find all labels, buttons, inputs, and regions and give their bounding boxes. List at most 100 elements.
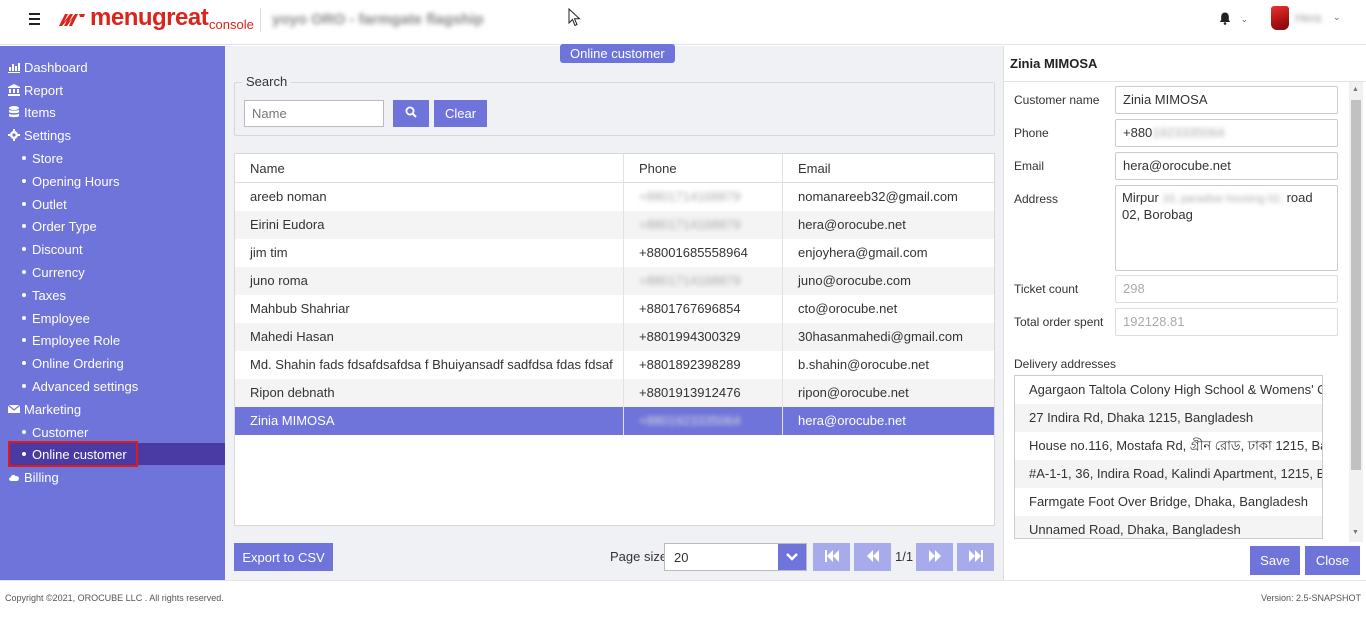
cell-phone: +88001685558964 <box>639 245 748 260</box>
clear-button[interactable]: Clear <box>434 100 487 127</box>
sidebar-item-settings[interactable]: Settings <box>8 125 71 145</box>
version: Version: 2.5-SNAPSHOT <box>1260 593 1361 603</box>
sidebar-item-taxes[interactable]: Taxes <box>22 285 66 305</box>
ticket-count-field: 298 <box>1115 275 1338 303</box>
hamburger-menu-icon[interactable] <box>29 13 43 27</box>
list-item[interactable]: Farmgate Foot Over Bridge, Dhaka, Bangla… <box>1015 488 1322 516</box>
envelope-icon <box>8 404 20 413</box>
table-row[interactable]: Ripon debnath +8801913912476 ripon@orocube… <box>235 379 994 407</box>
column-divider <box>623 154 624 435</box>
column-header-phone[interactable]: Phone <box>624 154 677 183</box>
detail-form: Customer name Zinia MIMOSA Phone +880192… <box>1004 82 1349 542</box>
customer-table: Name Phone Email areeb noman +88017141688… <box>234 153 995 526</box>
cell-phone: +8801714168879 <box>639 273 741 288</box>
page-size-dropdown-button[interactable] <box>778 544 806 570</box>
cell-email: cto@orocube.net <box>798 301 898 316</box>
list-item[interactable]: Unnamed Road, Dhaka, Bangladesh <box>1015 516 1322 538</box>
save-button[interactable]: Save <box>1250 546 1300 575</box>
first-page-button[interactable] <box>813 543 850 571</box>
next-page-button[interactable] <box>916 543 953 571</box>
sidebar-item-items[interactable]: Items <box>8 102 56 122</box>
delivery-address-list: Agargaon Taltola Colony High School & Wo… <box>1014 375 1323 539</box>
list-item[interactable]: Agargaon Taltola Colony High School & Wo… <box>1015 376 1322 404</box>
table-row[interactable]: Mahedi Hasan +8801994300329 30hasanmahedi@… <box>235 323 994 351</box>
header-divider <box>260 8 261 32</box>
cell-name: Mahbub Shahriar <box>250 301 350 316</box>
cell-phone: +8801994300329 <box>639 329 741 344</box>
sidebar-item-advanced-settings[interactable]: Advanced settings <box>22 376 138 396</box>
cell-email: b.shahin@orocube.net <box>798 357 930 372</box>
column-header-name[interactable]: Name <box>235 154 285 183</box>
page-indicator: 1/1 <box>895 549 914 564</box>
column-divider <box>782 154 783 435</box>
sidebar-item-currency[interactable]: Currency <box>22 262 85 282</box>
avatar <box>1271 6 1289 30</box>
table-row[interactable]: jim tim +88001685558964 enjoyhera@gmail.co… <box>235 239 994 267</box>
sidebar-item-report[interactable]: Report <box>8 80 63 100</box>
table-row[interactable]: Md. Shahin fads fdsafdsafdsa f Bhuiyansa… <box>235 351 994 379</box>
phone-field[interactable]: +8801923335064 <box>1115 119 1338 147</box>
cell-name: Mahedi Hasan <box>250 329 334 344</box>
email-field[interactable]: hera@orocube.net <box>1115 152 1338 180</box>
phone-label: Phone <box>1014 126 1049 140</box>
brand-sub: console <box>209 17 254 32</box>
previous-page-button[interactable] <box>854 543 891 571</box>
sidebar-item-opening-hours[interactable]: Opening Hours <box>22 171 119 191</box>
search-button[interactable] <box>393 100 429 127</box>
table-row[interactable]: Eirini Eudora +8801714168879 hera@orocube.… <box>235 211 994 239</box>
first-page-icon <box>824 549 839 562</box>
chevron-down-icon: ⌄ <box>1240 14 1249 24</box>
list-item[interactable]: 27 Indira Rd, Dhaka 1215, Bangladesh <box>1015 404 1322 432</box>
search-input[interactable] <box>244 100 384 127</box>
scroll-up-arrow-icon[interactable]: ▲ <box>1352 86 1359 93</box>
export-csv-button[interactable]: Export to CSV <box>234 543 333 571</box>
bar-chart-icon <box>8 63 20 73</box>
sidebar-item-label: Items <box>24 104 56 120</box>
cell-email: enjoyhera@gmail.com <box>798 245 928 260</box>
sidebar-item-online-ordering[interactable]: Online Ordering <box>22 353 124 373</box>
sidebar-item-customer[interactable]: Customer <box>22 422 88 442</box>
close-button[interactable]: Close <box>1305 546 1360 575</box>
scroll-down-arrow-icon[interactable]: ▼ <box>1352 529 1359 536</box>
sidebar-item-dashboard[interactable]: Dashboard <box>8 57 88 77</box>
customer-detail-panel: Zinia MIMOSA Customer name Zinia MIMOSA … <box>1003 46 1366 580</box>
table-row[interactable]: Mahbub Shahriar +8801767696854 cto@orocube… <box>235 295 994 323</box>
cell-email: juno@orocube.com <box>798 273 911 288</box>
page-size-select[interactable]: 20 <box>664 543 807 571</box>
sidebar-item-employee-role[interactable]: Employee Role <box>22 330 120 350</box>
cell-phone: +8801714168879 <box>639 217 741 232</box>
list-item[interactable]: #A-1-1, 36, Indira Road, Kalindi Apartme… <box>1015 460 1322 488</box>
column-header-email[interactable]: Email <box>783 154 831 183</box>
table-row[interactable]: Zinia MIMOSA +8801923335064 hera@orocube.n… <box>235 407 994 435</box>
cell-email: ripon@orocube.net <box>798 385 909 400</box>
phone-prefix: +880 <box>1123 125 1153 140</box>
cell-name: Zinia MIMOSA <box>250 413 335 428</box>
sidebar-item-online-customer[interactable]: Online customer <box>22 444 127 464</box>
detail-scrollbar-thumb[interactable] <box>1351 100 1361 470</box>
cell-name: areeb noman <box>250 189 327 204</box>
list-item[interactable]: House no.116, Mostafa Rd, গ্রীন রোড, ঢাক… <box>1015 432 1322 460</box>
sidebar-item-employee[interactable]: Employee <box>22 308 90 328</box>
cell-email: hera@orocube.net <box>798 413 906 428</box>
sidebar-item-marketing[interactable]: Marketing <box>8 399 81 419</box>
sidebar-item-billing[interactable]: Billing <box>8 467 59 487</box>
notifications-button[interactable]: ⌄ <box>1219 10 1248 25</box>
footer: Copyright ©2021, OROCUBE LLC . All right… <box>0 580 1366 617</box>
last-page-button[interactable] <box>957 543 994 571</box>
table-row[interactable]: areeb noman +8801714168879 nomanareeb32@gm… <box>235 183 994 211</box>
sidebar-item-order-type[interactable]: Order Type <box>22 216 97 236</box>
fast-forward-icon <box>928 549 941 562</box>
sidebar-item-outlet[interactable]: Outlet <box>22 194 67 214</box>
address-part: 02, Borobag <box>1122 207 1193 222</box>
address-field[interactable]: Mirpur 33, paradise housing 02, road 02,… <box>1115 185 1338 271</box>
cell-name: Md. Shahin fads fdsafdsafdsa f Bhuiyansa… <box>250 357 613 372</box>
sidebar-item-store[interactable]: Store <box>22 148 63 168</box>
customer-name-field[interactable]: Zinia MIMOSA <box>1115 86 1338 114</box>
sidebar-item-discount[interactable]: Discount <box>22 239 83 259</box>
search-legend: Search <box>242 74 292 89</box>
chevron-down-icon <box>786 553 798 561</box>
page-size-label: Page size <box>610 549 668 564</box>
cell-name: Ripon debnath <box>250 385 335 400</box>
table-row[interactable]: juno roma +8801714168879 juno@orocube.com <box>235 267 994 295</box>
cell-name: Eirini Eudora <box>250 217 325 232</box>
